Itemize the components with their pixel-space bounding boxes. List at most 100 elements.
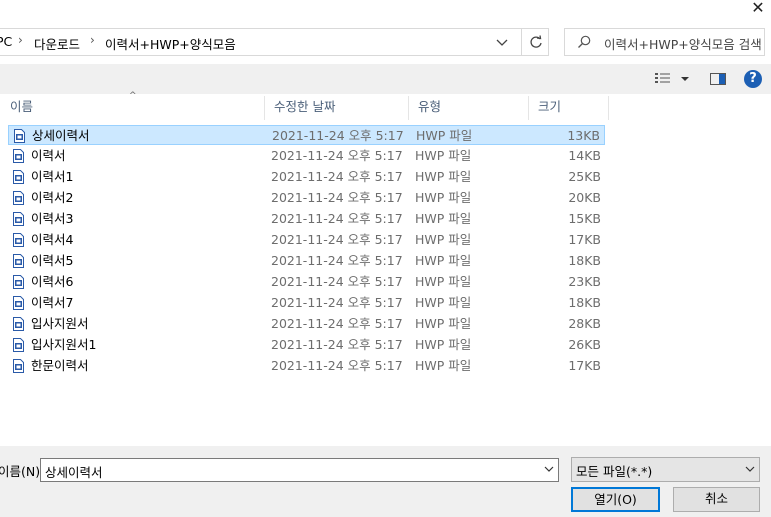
file-type: HWP 파일 xyxy=(415,232,472,247)
file-row[interactable]: 입사지원서 2021-11-24 오후 5:17 HWP 파일 28KB xyxy=(8,314,605,334)
file-row[interactable]: 이력서7 2021-11-24 오후 5:17 HWP 파일 18KB xyxy=(8,293,605,313)
file-row[interactable]: 이력서4 2021-11-24 오후 5:17 HWP 파일 17KB xyxy=(8,230,605,250)
file-size: 28KB xyxy=(568,316,601,331)
file-date: 2021-11-24 오후 5:17 xyxy=(271,190,403,205)
file-row[interactable]: 이력서3 2021-11-24 오후 5:17 HWP 파일 15KB xyxy=(8,209,605,229)
file-date: 2021-11-24 오후 5:17 xyxy=(271,253,403,268)
file-date: 2021-11-24 오후 5:17 xyxy=(271,295,403,310)
file-size: 15KB xyxy=(568,211,601,226)
file-size: 17KB xyxy=(568,232,601,247)
file-size: 23KB xyxy=(568,274,601,289)
file-size: 26KB xyxy=(568,337,601,352)
file-type: HWP 파일 xyxy=(415,295,472,310)
breadcrumb-downloads[interactable]: 다운로드 xyxy=(34,34,80,53)
hwp-file-icon xyxy=(13,359,24,373)
file-type: HWP 파일 xyxy=(416,128,473,143)
refresh-button[interactable] xyxy=(521,28,549,56)
column-header-size[interactable]: 크기 xyxy=(528,94,608,120)
file-row[interactable]: 한문이력서 2021-11-24 오후 5:17 HWP 파일 17KB xyxy=(8,356,605,376)
chevron-down-icon[interactable] xyxy=(680,75,690,83)
hwp-file-icon xyxy=(14,129,25,143)
close-icon[interactable]: ✕ xyxy=(747,0,769,18)
file-name: 한문이력서 xyxy=(31,358,89,373)
hwp-file-icon xyxy=(13,191,24,205)
file-size: 18KB xyxy=(568,295,601,310)
open-button[interactable]: 열기(O) xyxy=(571,487,660,512)
file-row[interactable]: 이력서1 2021-11-24 오후 5:17 HWP 파일 25KB xyxy=(8,167,605,187)
chevron-right-icon[interactable]: › xyxy=(90,33,95,47)
refresh-icon xyxy=(530,35,542,48)
preview-pane-icon[interactable] xyxy=(710,72,726,86)
cancel-button[interactable]: 취소 xyxy=(673,487,760,512)
filetype-value: 모든 파일(*.*) xyxy=(576,464,653,479)
file-date: 2021-11-24 오후 5:17 xyxy=(271,232,403,247)
chevron-right-icon[interactable]: › xyxy=(18,33,23,47)
column-header-date[interactable]: 수정한 날짜 xyxy=(264,94,408,120)
file-type: HWP 파일 xyxy=(415,274,472,289)
file-name: 이력서6 xyxy=(31,274,74,289)
hwp-file-icon xyxy=(13,275,24,289)
hwp-file-icon xyxy=(13,170,24,184)
file-name: 이력서5 xyxy=(31,253,74,268)
file-type: HWP 파일 xyxy=(415,253,472,268)
chevron-down-icon[interactable] xyxy=(744,463,756,475)
file-row[interactable]: 이력서5 2021-11-24 오후 5:17 HWP 파일 18KB xyxy=(8,251,605,271)
address-bar[interactable] xyxy=(0,28,549,56)
file-type: HWP 파일 xyxy=(415,190,472,205)
filename-value: 상세이력서 xyxy=(45,465,103,480)
file-size: 18KB xyxy=(568,253,601,268)
column-divider[interactable] xyxy=(608,96,609,120)
file-size: 25KB xyxy=(568,169,601,184)
file-name: 이력서1 xyxy=(31,169,74,184)
file-type: HWP 파일 xyxy=(415,358,472,373)
filename-label: 이름(N): xyxy=(0,464,45,479)
breadcrumb-pc[interactable]: PC xyxy=(0,34,12,49)
hwp-file-icon xyxy=(13,233,24,247)
file-date: 2021-11-24 오후 5:17 xyxy=(271,316,403,331)
file-row[interactable]: 입사지원서1 2021-11-24 오후 5:17 HWP 파일 26KB xyxy=(8,335,605,355)
file-type: HWP 파일 xyxy=(415,337,472,352)
hwp-file-icon xyxy=(13,212,24,226)
sort-ascending-icon: ^ xyxy=(129,91,137,101)
filename-input[interactable] xyxy=(40,458,559,482)
chevron-down-icon[interactable] xyxy=(543,463,555,475)
file-type: HWP 파일 xyxy=(415,316,472,331)
hwp-file-icon xyxy=(13,296,24,310)
file-date: 2021-11-24 오후 5:17 xyxy=(271,358,403,373)
file-name: 이력서4 xyxy=(31,232,74,247)
file-row[interactable]: 상세이력서 2021-11-24 오후 5:17 HWP 파일 13KB xyxy=(8,125,605,145)
search-icon xyxy=(578,35,591,48)
file-name: 이력서 xyxy=(31,148,66,163)
file-row[interactable]: 이력서 2021-11-24 오후 5:17 HWP 파일 14KB xyxy=(8,146,605,166)
file-date: 2021-11-24 오후 5:17 xyxy=(272,128,404,143)
file-name: 이력서7 xyxy=(31,295,74,310)
file-date: 2021-11-24 오후 5:17 xyxy=(271,337,403,352)
chevron-down-icon[interactable] xyxy=(494,34,510,50)
hwp-file-icon xyxy=(13,317,24,331)
file-size: 13KB xyxy=(567,128,600,143)
hwp-file-icon xyxy=(13,254,24,268)
file-name: 이력서2 xyxy=(31,190,74,205)
file-name: 입사지원서 xyxy=(31,316,89,331)
file-name: 입사지원서1 xyxy=(31,337,97,352)
file-type: HWP 파일 xyxy=(415,148,472,163)
breadcrumb-folder[interactable]: 이력서+HWP+양식모음 xyxy=(105,34,236,53)
file-type: HWP 파일 xyxy=(415,169,472,184)
file-size: 20KB xyxy=(568,190,601,205)
file-size: 14KB xyxy=(568,148,601,163)
file-row[interactable]: 이력서2 2021-11-24 오후 5:17 HWP 파일 20KB xyxy=(8,188,605,208)
file-date: 2021-11-24 오후 5:17 xyxy=(271,169,403,184)
help-icon[interactable]: ? xyxy=(744,70,762,88)
hwp-file-icon xyxy=(13,338,24,352)
file-date: 2021-11-24 오후 5:17 xyxy=(271,148,403,163)
column-header-type[interactable]: 유형 xyxy=(408,94,528,120)
file-size: 17KB xyxy=(568,358,601,373)
file-date: 2021-11-24 오후 5:17 xyxy=(271,211,403,226)
file-name: 상세이력서 xyxy=(32,128,90,143)
file-name: 이력서3 xyxy=(31,211,74,226)
file-row[interactable]: 이력서6 2021-11-24 오후 5:17 HWP 파일 23KB xyxy=(8,272,605,292)
view-options-icon[interactable] xyxy=(654,71,672,85)
file-date: 2021-11-24 오후 5:17 xyxy=(271,274,403,289)
search-placeholder: 이력서+HWP+양식모음 검색 xyxy=(604,37,762,52)
hwp-file-icon xyxy=(13,149,24,163)
